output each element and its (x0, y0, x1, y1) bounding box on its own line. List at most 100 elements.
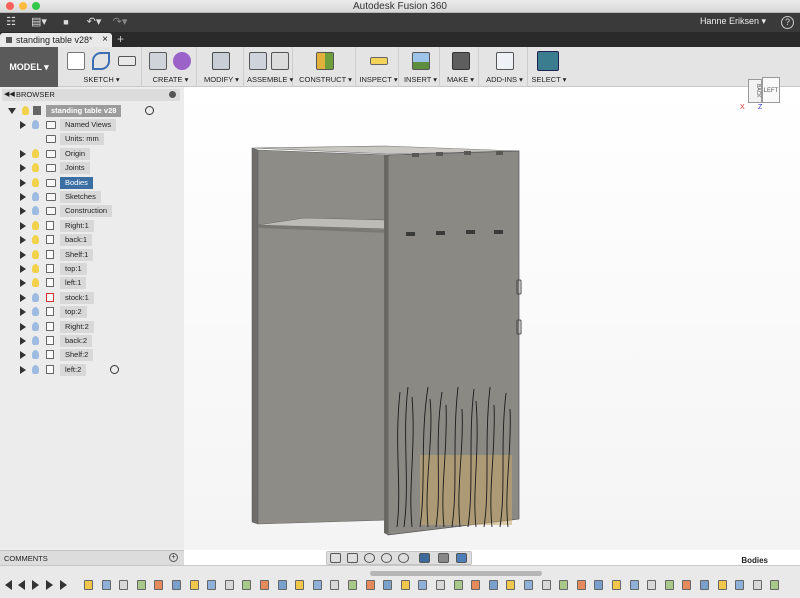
press-pull-icon[interactable] (212, 52, 230, 70)
timeline-feature-icon[interactable] (418, 580, 428, 590)
timeline-feature-icon[interactable] (348, 580, 357, 590)
scripts-icon[interactable] (496, 52, 514, 70)
expand-icon[interactable] (20, 149, 26, 158)
browser-root[interactable]: standing table v28 (8, 105, 168, 117)
construct-group[interactable]: CONSTRUCT ▾ (296, 47, 356, 87)
new-tab-button[interactable]: + (117, 33, 124, 46)
line-icon[interactable] (92, 52, 110, 70)
timeline-feature-icon[interactable] (682, 580, 692, 590)
timeline-scrollbar[interactable] (370, 571, 542, 576)
visibility-icon[interactable] (32, 163, 39, 173)
file-menu-button[interactable]: ▤▾ (30, 15, 48, 30)
timeline-feature-icon[interactable] (207, 580, 217, 590)
timeline-feature-icon[interactable] (559, 580, 569, 590)
3d-viewport[interactable]: BACK LEFT X Z (184, 77, 800, 550)
viewcube-back-face[interactable]: BACK (748, 79, 762, 103)
expand-icon[interactable] (20, 207, 26, 216)
comments-panel[interactable]: COMMENTS + (0, 550, 184, 565)
expand-icon[interactable] (20, 164, 26, 173)
play-icon[interactable] (32, 580, 39, 590)
expand-icon[interactable] (20, 221, 26, 230)
browser-options-icon[interactable] (169, 91, 176, 98)
timeline-feature-icon[interactable] (260, 580, 269, 590)
zoom-icon[interactable] (381, 553, 392, 563)
form-icon[interactable] (173, 52, 191, 70)
inspect-group[interactable]: INSPECT ▾ (359, 47, 399, 87)
expand-icon[interactable] (20, 279, 26, 288)
timeline-feature-icon[interactable] (629, 580, 639, 590)
expand-icon[interactable] (20, 351, 26, 360)
modify-group[interactable]: MODIFY ▾ (200, 47, 244, 87)
visibility-icon[interactable] (32, 264, 39, 273)
expand-icon[interactable] (20, 365, 26, 374)
timeline-feature-icon[interactable] (506, 580, 516, 590)
timeline-feature-icon[interactable] (735, 580, 745, 590)
apps-grid-icon[interactable]: ☷ (4, 15, 18, 30)
timeline-feature-icon[interactable] (330, 580, 340, 590)
timeline-feature-icon[interactable] (242, 580, 252, 590)
timeline-feature-icon[interactable] (717, 580, 727, 590)
visibility-icon[interactable] (32, 220, 39, 230)
timeline-feature-icon[interactable] (101, 580, 111, 590)
visibility-icon[interactable] (32, 249, 39, 259)
timeline-feature-icon[interactable] (453, 580, 463, 590)
visibility-icon[interactable] (32, 120, 39, 129)
as-built-joint-icon[interactable] (271, 52, 289, 70)
timeline-feature-icon[interactable] (752, 580, 762, 590)
expand-icon[interactable] (20, 322, 26, 331)
timeline-feature-icon[interactable] (295, 580, 305, 590)
timeline-feature-icon[interactable] (172, 580, 181, 590)
expand-icon[interactable] (20, 293, 26, 302)
timeline-feature-icon[interactable] (664, 580, 674, 590)
timeline-feature-icon[interactable] (154, 580, 164, 590)
grid-settings-icon[interactable] (438, 553, 449, 563)
timeline-feature-icon[interactable] (312, 580, 322, 590)
timeline-feature-icon[interactable] (136, 580, 146, 590)
create-group[interactable]: CREATE ▾ (145, 47, 197, 87)
visibility-icon[interactable] (32, 350, 39, 360)
timeline-feature-icon[interactable] (189, 580, 199, 590)
expand-icon[interactable] (20, 250, 26, 259)
insert-group[interactable]: INSERT ▾ (402, 47, 440, 87)
timeline-feature-icon[interactable] (84, 580, 93, 590)
extrude-icon[interactable] (149, 52, 167, 70)
expand-icon[interactable] (20, 337, 26, 345)
timeline-feature-icon[interactable] (647, 580, 657, 590)
rectangle-icon[interactable] (118, 56, 136, 66)
select-group[interactable]: SELECT ▾ (531, 47, 567, 87)
expand-icon[interactable] (20, 265, 26, 273)
visibility-icon[interactable] (32, 278, 39, 288)
make-group[interactable]: MAKE ▾ (443, 47, 479, 87)
step-forward-icon[interactable] (46, 580, 53, 590)
plane-icon[interactable] (316, 52, 334, 70)
timeline-feature-icon[interactable] (700, 580, 709, 590)
orbit-icon[interactable] (330, 553, 341, 563)
assemble-group[interactable]: ASSEMBLE ▾ (247, 47, 293, 87)
visibility-icon[interactable] (32, 321, 39, 331)
timeline-feature-icon[interactable] (594, 580, 604, 590)
visibility-icon[interactable] (32, 177, 39, 187)
expand-icon[interactable] (20, 236, 26, 245)
timeline-feature-icon[interactable] (612, 580, 621, 590)
visibility-icon[interactable] (32, 364, 39, 374)
look-at-icon[interactable] (347, 553, 358, 563)
timeline-feature-icon[interactable] (488, 580, 498, 590)
display-settings-icon[interactable] (419, 553, 430, 563)
undo-button[interactable]: ↶▾ (84, 15, 104, 30)
visibility-icon[interactable] (32, 307, 39, 317)
timeline-feature-icon[interactable] (436, 580, 445, 590)
timeline-feature-icon[interactable] (524, 580, 533, 590)
timeline-feature-icon[interactable] (277, 580, 287, 590)
collapse-icon[interactable]: ◀◀ (4, 89, 15, 101)
fit-icon[interactable] (398, 553, 409, 563)
timeline-feature-icon[interactable] (365, 580, 375, 590)
image-icon[interactable] (412, 52, 430, 70)
redo-button[interactable]: ↷▾ (110, 15, 130, 30)
viewcube-left-face[interactable]: LEFT (762, 77, 780, 103)
add-ins-group[interactable]: ADD-INS ▾ (482, 47, 528, 87)
add-comment-icon[interactable]: + (169, 553, 178, 562)
timeline-feature-icon[interactable] (383, 580, 393, 590)
close-tab-icon[interactable]: × (102, 33, 108, 47)
timeline-feature-icon[interactable] (541, 580, 551, 590)
measure-icon[interactable] (370, 57, 388, 65)
